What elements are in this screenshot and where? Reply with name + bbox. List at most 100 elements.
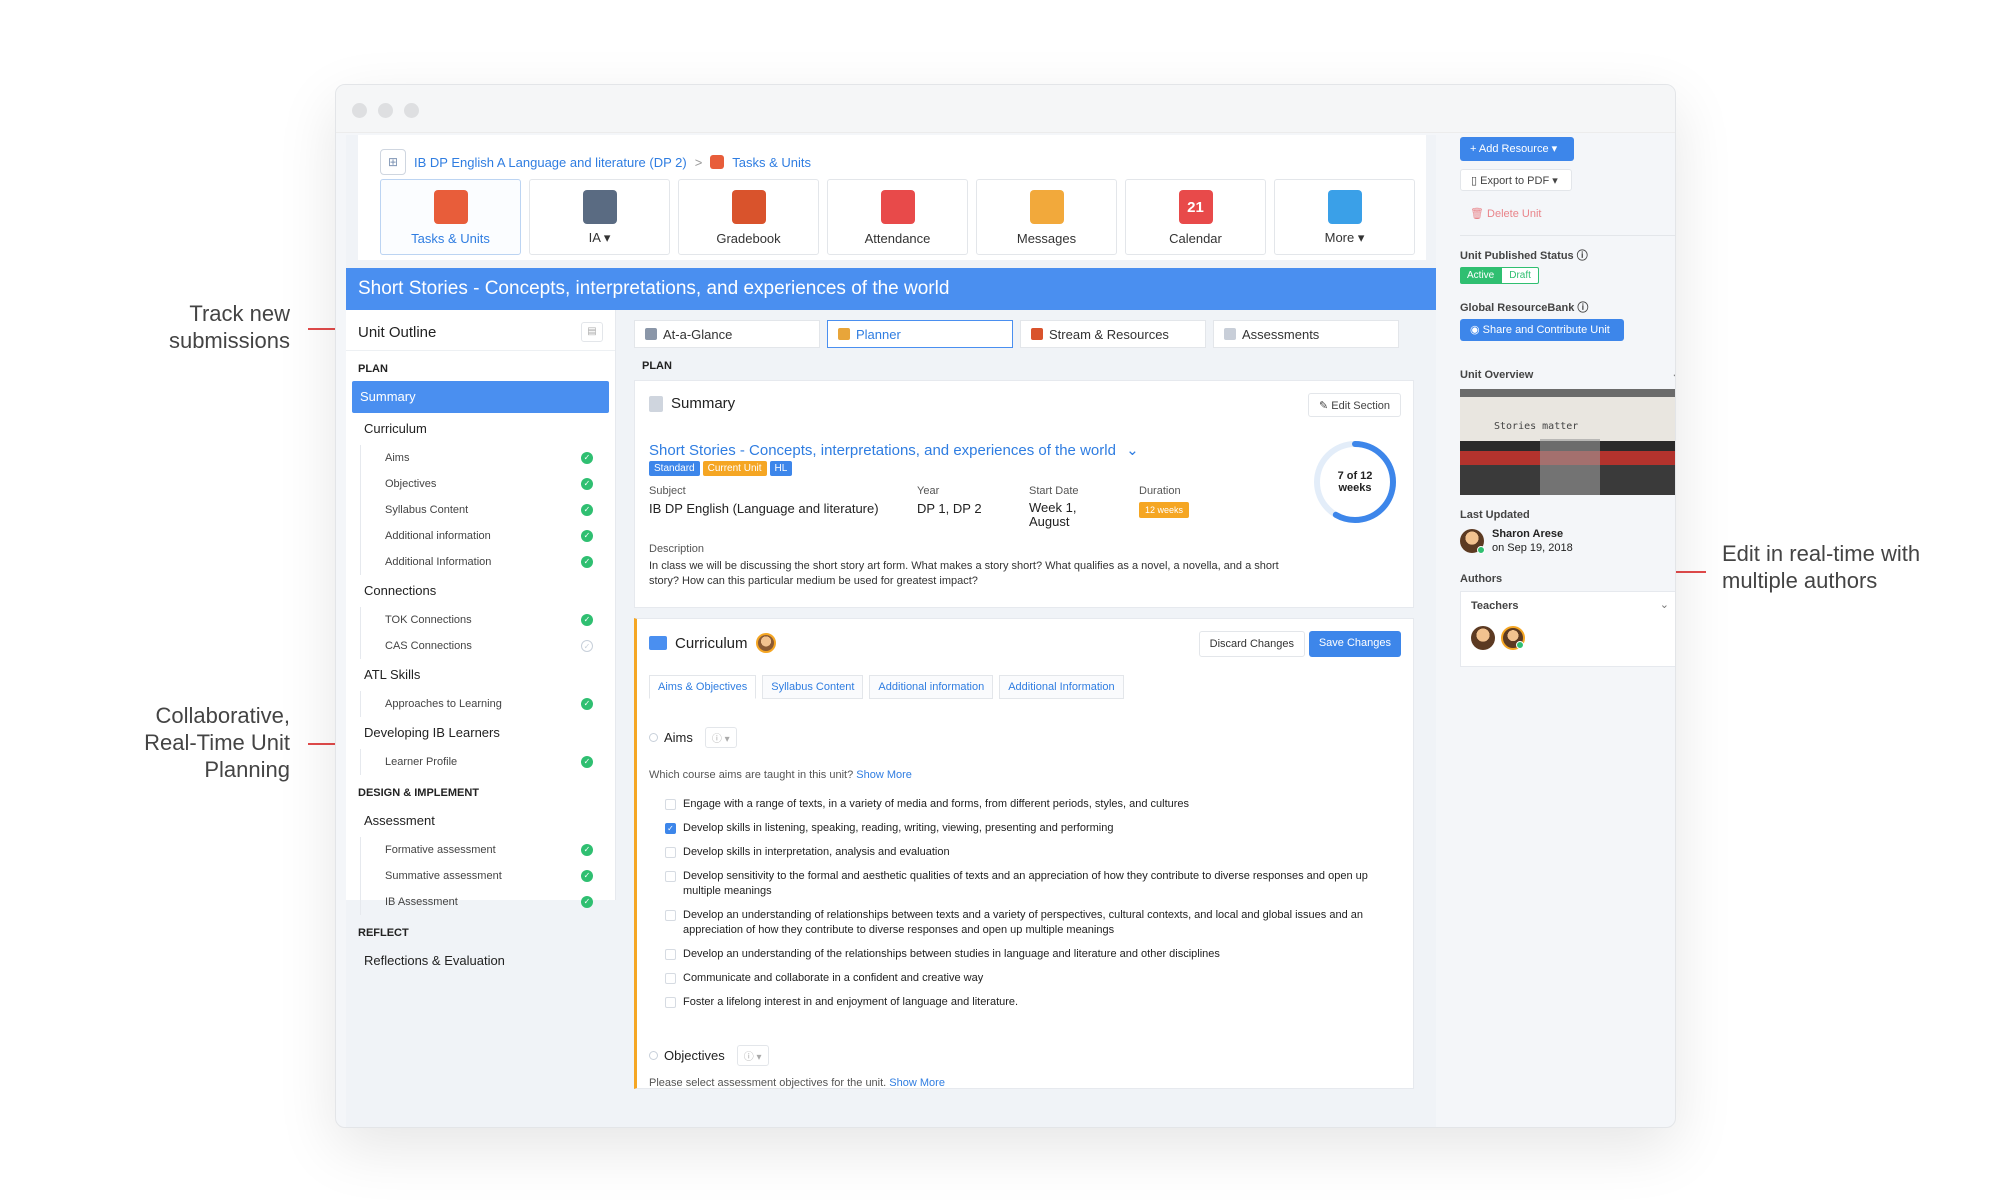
duration-field: Duration 12 weeks	[1139, 485, 1190, 518]
tab-planner[interactable]: Planner	[827, 320, 1013, 348]
nav-tile-puzzle[interactable]: Tasks & Units	[380, 179, 521, 255]
outline-subitem[interactable]: Additional Information ✓	[360, 549, 615, 575]
app-window: ⊞ IB DP English A Language and literatur…	[335, 84, 1676, 1128]
duration-label: Duration	[1139, 485, 1181, 497]
add-resource-button[interactable]: + Add Resource ▾	[1460, 137, 1574, 161]
aims-radio[interactable]	[649, 733, 658, 742]
outline-subitem-label: TOK Connections	[385, 614, 472, 626]
curriculum-subtab[interactable]: Additional information	[869, 675, 994, 699]
outline-subitem[interactable]: Formative assessment ✓	[360, 837, 615, 863]
objectives-info-dropdown[interactable]: ⓘ ▾	[736, 1045, 769, 1066]
aim-text: Communicate and collaborate in a confide…	[683, 972, 984, 984]
check-complete-icon: ✓	[581, 844, 593, 856]
breadcrumb-separator: >	[694, 154, 703, 170]
outline-section-heading: DESIGN & IMPLEMENT	[358, 787, 480, 799]
aim-checkbox[interactable]: ✓	[665, 823, 676, 834]
check-complete-icon: ✓	[581, 504, 593, 516]
aim-checkbox[interactable]	[665, 973, 676, 984]
status-active[interactable]: Active	[1460, 267, 1502, 284]
nav-tile-calendar[interactable]: 21 Calendar	[1125, 179, 1266, 255]
outline-item[interactable]: Developing IB Learners	[352, 717, 609, 749]
notebook-icon	[582, 190, 617, 224]
nav-tile-attendance[interactable]: Attendance	[827, 179, 968, 255]
published-status-toggle[interactable]: Active Draft	[1460, 267, 1539, 284]
save-changes-button[interactable]: Save Changes	[1308, 631, 1401, 657]
editing-user-avatar[interactable]	[755, 633, 776, 653]
aim-item: Communicate and collaborate in a confide…	[665, 971, 1405, 986]
aims-header: Aims ⓘ ▾	[649, 727, 737, 748]
window-zoom-dot[interactable]	[404, 103, 419, 118]
aim-checkbox[interactable]	[665, 910, 676, 921]
outline-item[interactable]: Curriculum	[352, 413, 609, 445]
aims-info-dropdown[interactable]: ⓘ ▾	[704, 727, 737, 748]
delete-unit-button[interactable]: 🗑 Delete Unit	[1460, 203, 1551, 224]
avatar[interactable]	[1471, 626, 1495, 650]
chevron-down-icon[interactable]: ⌄	[1126, 442, 1139, 459]
edit-section-button[interactable]: ✎ Edit Section	[1308, 393, 1401, 417]
curriculum-subtab[interactable]: Additional Information	[999, 675, 1124, 699]
nav-tile-gradebook[interactable]: Gradebook	[678, 179, 819, 255]
outline-item[interactable]: Summary	[352, 381, 609, 413]
gradebook-icon	[731, 190, 766, 224]
outline-subitem-label: Objectives	[385, 478, 437, 490]
aim-checkbox[interactable]	[665, 847, 676, 858]
tab-assessments[interactable]: Assessments	[1213, 320, 1399, 348]
unit-link[interactable]: Short Stories - Concepts, interpretation…	[649, 441, 1139, 459]
avatar[interactable]	[1501, 626, 1525, 650]
outline-item[interactable]: Connections	[352, 575, 609, 607]
objectives-show-more-link[interactable]: Show More	[889, 1077, 945, 1089]
overview-image-text: Stories matter	[1494, 421, 1578, 432]
outline-subitem[interactable]: Summative assessment ✓	[360, 863, 615, 889]
outline-subitem[interactable]: Objectives ✓	[360, 471, 615, 497]
objectives-radio[interactable]	[649, 1051, 658, 1060]
avatar[interactable]	[1460, 529, 1485, 554]
last-updated-info: Sharon Arese on Sep 19, 2018	[1492, 527, 1573, 555]
apps-grid-icon[interactable]: ⊞	[380, 149, 406, 175]
discard-changes-button[interactable]: Discard Changes	[1198, 631, 1305, 657]
status-draft[interactable]: Draft	[1501, 267, 1539, 284]
window-close-dot[interactable]	[352, 103, 367, 118]
check-complete-icon: ✓	[581, 452, 593, 464]
aim-checkbox[interactable]	[665, 997, 676, 1008]
tab-stream-resources[interactable]: Stream & Resources	[1020, 320, 1206, 348]
check-complete-icon: ✓	[581, 478, 593, 490]
breadcrumb-course[interactable]: IB DP English A Language and literature …	[414, 155, 687, 170]
nav-tile-more-apps[interactable]: More ▾	[1274, 179, 1415, 255]
aim-checkbox[interactable]	[665, 799, 676, 810]
outline-subitem[interactable]: Aims ✓	[360, 445, 615, 471]
window-minimize-dot[interactable]	[378, 103, 393, 118]
chevron-down-icon[interactable]: ⌄	[1672, 369, 1675, 380]
outline-item[interactable]: Reflections & Evaluation	[352, 945, 609, 977]
outline-subitem-label: CAS Connections	[385, 640, 472, 652]
export-pdf-label: Export to PDF ▾	[1480, 175, 1558, 187]
aims-show-more-link[interactable]: Show More	[856, 769, 912, 781]
outline-subitem[interactable]: Syllabus Content ✓	[360, 497, 615, 523]
puzzle-icon	[433, 190, 468, 224]
nav-tile-label: Messages	[1016, 231, 1077, 246]
outline-subitem[interactable]: Learner Profile ✓	[360, 749, 615, 775]
aim-checkbox[interactable]	[665, 949, 676, 960]
outline-subitem[interactable]: Approaches to Learning ✓	[360, 691, 615, 717]
breadcrumb-current[interactable]: Tasks & Units	[732, 155, 811, 170]
outline-subitem[interactable]: Additional information ✓	[360, 523, 615, 549]
outline-subitem[interactable]: TOK Connections ✓	[360, 607, 615, 633]
unit-badges: Standard Current Unit HL	[649, 461, 793, 476]
outline-toggle-icon[interactable]: ▤	[581, 322, 603, 342]
chevron-down-icon[interactable]: ⌄	[1660, 598, 1669, 611]
duration-wrap: 12 weeks	[1139, 501, 1190, 518]
curriculum-subtab[interactable]: Aims & Objectives	[649, 675, 757, 699]
tab-at-a-glance[interactable]: At-a-Glance	[634, 320, 820, 348]
outline-subitem[interactable]: CAS Connections ✓	[360, 633, 615, 659]
subject-label: Subject	[649, 485, 686, 497]
outline-subitem[interactable]: IB Assessment ✓	[360, 889, 615, 915]
aim-checkbox[interactable]	[665, 871, 676, 882]
nav-tile-envelope[interactable]: Messages	[976, 179, 1117, 255]
curriculum-subtab[interactable]: Syllabus Content	[762, 675, 864, 699]
share-contribute-button[interactable]: ◉ Share and Contribute Unit	[1460, 319, 1624, 341]
online-status-dot	[1516, 641, 1524, 649]
outline-item[interactable]: Assessment	[352, 805, 609, 837]
export-pdf-button[interactable]: ▯ Export to PDF ▾	[1460, 169, 1572, 191]
outline-item[interactable]: ATL Skills	[352, 659, 609, 691]
aim-text: Engage with a range of texts, in a varie…	[683, 798, 1190, 810]
nav-tile-notebook[interactable]: IA ▾	[529, 179, 670, 255]
